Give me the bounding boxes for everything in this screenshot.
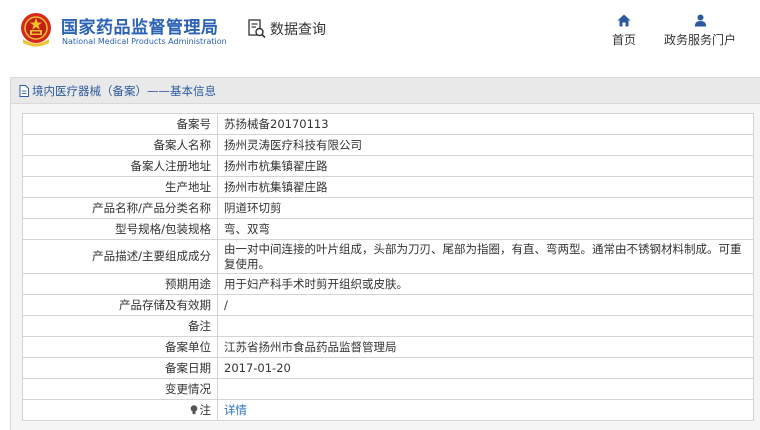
panel-title: 境内医疗器械（备案）——基本信息 <box>32 83 216 98</box>
row-value: 江苏省扬州市食品药品监督管理局 <box>217 336 754 358</box>
row-label: 产品描述/主要组成成分 <box>22 239 218 274</box>
row-value: 扬州市杭集镇翟庄路 <box>217 176 754 198</box>
row-label: 备案人注册地址 <box>22 155 218 177</box>
detail-panel: 境内医疗器械（备案）——基本信息 备案号 苏扬械备20170113 备案人名称 … <box>10 77 760 430</box>
row-label: 备注 <box>22 315 218 337</box>
row-label: 型号规格/包装规格 <box>22 218 218 240</box>
row-value-cell: 详情 <box>217 399 754 421</box>
table-row: 产品存储及有效期 / <box>22 294 754 316</box>
row-value: / <box>217 294 754 316</box>
data-query-link[interactable]: 数据查询 <box>248 19 326 39</box>
table-row: 备案人名称 扬州灵涛医疗科技有限公司 <box>22 134 754 156</box>
nav-home[interactable]: 首页 <box>606 14 642 48</box>
nav-home-label: 首页 <box>611 33 636 47</box>
lightbulb-icon <box>190 404 197 414</box>
row-value: 用于妇产科手术时剪开组织或皮肤。 <box>217 273 754 295</box>
row-label: 产品存储及有效期 <box>22 294 218 316</box>
table-row: 注 详情 <box>22 399 754 421</box>
panel-header: 境内医疗器械（备案）——基本信息 <box>11 78 760 104</box>
row-value: 2017-01-20 <box>217 357 754 379</box>
row-value <box>217 315 754 337</box>
site-title: 国家药品监督管理局 <box>61 18 219 38</box>
row-value <box>217 378 754 400</box>
table-row: 预期用途 用于妇产科手术时剪开组织或皮肤。 <box>22 273 754 295</box>
row-value: 阴道环切剪 <box>217 197 754 219</box>
record-table: 备案号 苏扬械备20170113 备案人名称 扬州灵涛医疗科技有限公司 备案人注… <box>22 113 754 421</box>
national-emblem-icon <box>21 13 51 47</box>
table-row: 备案日期 2017-01-20 <box>22 357 754 379</box>
data-query-icon <box>248 19 266 39</box>
row-label: 生产地址 <box>22 176 218 198</box>
table-row: 备案单位 江苏省扬州市食品药品监督管理局 <box>22 336 754 358</box>
row-value: 苏扬械备20170113 <box>217 113 754 135</box>
row-label: 备案号 <box>22 113 218 135</box>
home-icon <box>617 14 631 27</box>
table-row: 备案号 苏扬械备20170113 <box>22 113 754 135</box>
table-row: 变更情况 <box>22 378 754 400</box>
site-header: 国家药品监督管理局 National Medical Products Admi… <box>0 0 760 66</box>
site-subtitle: National Medical Products Administration <box>62 37 227 46</box>
table-row: 产品描述/主要组成成分 由一对中间连接的叶片组成，头部为刀刃、尾部为指圈，有直、… <box>22 239 754 274</box>
row-value: 扬州灵涛医疗科技有限公司 <box>217 134 754 156</box>
note-label-cell: 注 <box>22 399 218 421</box>
row-label: 备案人名称 <box>22 134 218 156</box>
row-value: 由一对中间连接的叶片组成，头部为刀刃、尾部为指圈，有直、弯两型。通常由不锈钢材料… <box>217 239 754 274</box>
row-value: 扬州市杭集镇翟庄路 <box>217 155 754 177</box>
user-icon <box>694 14 706 27</box>
row-label: 备案日期 <box>22 357 218 379</box>
table-row: 产品名称/产品分类名称 阴道环切剪 <box>22 197 754 219</box>
nav-service-portal[interactable]: 政务服务门户 <box>658 14 742 48</box>
row-label: 变更情况 <box>22 378 218 400</box>
document-icon <box>19 84 29 97</box>
row-label: 备案单位 <box>22 336 218 358</box>
table-row: 备案人注册地址 扬州市杭集镇翟庄路 <box>22 155 754 177</box>
table-row: 生产地址 扬州市杭集镇翟庄路 <box>22 176 754 198</box>
table-row: 备注 <box>22 315 754 337</box>
row-label: 产品名称/产品分类名称 <box>22 197 218 219</box>
row-label: 注 <box>199 402 212 417</box>
detail-link[interactable]: 详情 <box>224 403 247 417</box>
row-value: 弯、双弯 <box>217 218 754 240</box>
nav-service-label: 政务服务门户 <box>663 33 736 47</box>
data-query-label: 数据查询 <box>270 22 326 38</box>
table-row: 型号规格/包装规格 弯、双弯 <box>22 218 754 240</box>
row-label: 预期用途 <box>22 273 218 295</box>
